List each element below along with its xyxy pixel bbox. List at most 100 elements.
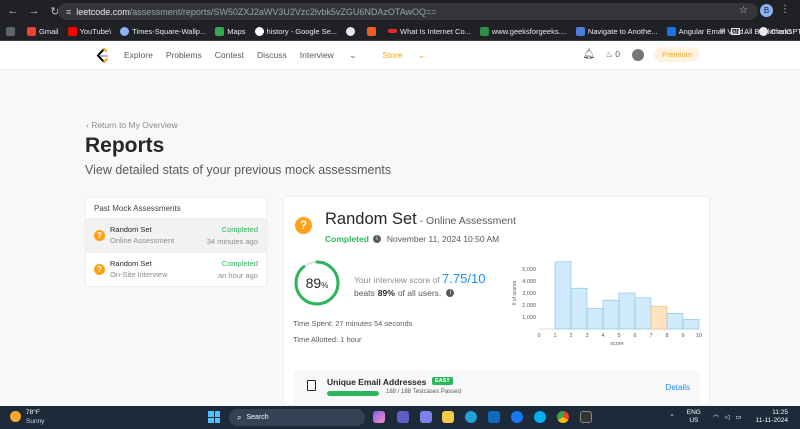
nav-store[interactable]: Store ⌄ — [382, 50, 438, 61]
details-link[interactable]: Details — [666, 383, 690, 392]
bookmark-globe[interactable] — [346, 26, 358, 36]
url-text: leetcode.com/assessment/reports/SW50ZXJ2… — [76, 6, 437, 17]
battery-icon[interactable]: ▭ — [736, 413, 742, 421]
testcases-passed: 188 / 188 Testcases Passed — [386, 389, 461, 395]
bookmark-youtube[interactable]: YouTube\ — [67, 26, 111, 36]
bookmark-wallpaper[interactable]: Times-Square-Wallp... — [120, 26, 206, 36]
facebook-icon[interactable] — [511, 411, 523, 423]
nav-interview[interactable]: Interview ⌄ — [300, 50, 370, 61]
bookmark-star-icon[interactable]: ☆ — [739, 5, 748, 16]
panel-heading: Past Mock Assessments — [86, 198, 266, 219]
edge-icon[interactable] — [465, 411, 477, 423]
nav-contest[interactable]: Contest — [215, 50, 244, 61]
bookmark-maps[interactable]: Maps — [215, 26, 246, 36]
x-tick-label: 0 — [537, 333, 540, 339]
search-icon: ⌕ — [237, 412, 242, 422]
mock-item[interactable]: ? Random Set Online Assessment Completed… — [86, 219, 266, 253]
bookmark-google-history[interactable]: history - Google Se... — [254, 26, 337, 36]
clock[interactable]: 11:25 11-11-2024 — [756, 409, 788, 425]
x-tick-label: 9 — [681, 333, 684, 339]
y-tick-label: 4,000 — [522, 279, 536, 285]
bookmark-internet[interactable]: What Is Internet Co... — [388, 27, 471, 36]
copilot-icon[interactable] — [373, 411, 385, 423]
bookmark-navigate[interactable]: Navigate to Anothe... — [575, 26, 658, 36]
chevron-down-icon: ⌄ — [349, 50, 357, 60]
windows-start-icon[interactable] — [208, 411, 220, 423]
time-spent: Time Spent: 27 minutes 54 seconds — [293, 319, 413, 328]
x-tick-label: 4 — [601, 333, 604, 339]
apps-grid-icon[interactable] — [6, 26, 18, 36]
language-indicator[interactable]: ENG US — [687, 409, 701, 425]
return-to-overview-link[interactable]: ‹ Return to My Overview — [86, 120, 178, 130]
question-row: Unique Email Addresses EASY 188 / 188 Te… — [294, 370, 700, 407]
x-tick-label: 2 — [569, 333, 572, 339]
mock-item-status: Completed — [221, 225, 258, 234]
outlook-icon[interactable] — [488, 411, 500, 423]
question-name[interactable]: Unique Email Addresses — [327, 377, 426, 387]
chart-bar — [602, 299, 620, 330]
skype-icon[interactable] — [534, 411, 546, 423]
interview-score: Your interview score of 7.75/10 — [354, 271, 486, 286]
teams-icon[interactable] — [397, 411, 409, 423]
volume-icon[interactable]: ◁ — [725, 413, 730, 421]
file-explorer-icon[interactable] — [442, 411, 454, 423]
chart-bar — [666, 313, 684, 330]
leetcode-navbar: Explore Problems Contest Discuss Intervi… — [0, 41, 800, 70]
chart-bar — [570, 287, 588, 330]
notification-bell-icon[interactable]: 🔔︎ — [583, 49, 596, 60]
page-subtitle: View detailed stats of your previous moc… — [85, 163, 392, 177]
question-mark-icon: ? — [295, 217, 312, 234]
x-axis-label: score — [610, 341, 623, 347]
weather-condition: Sunny — [26, 418, 45, 425]
chevron-down-icon: ⌄ — [418, 50, 426, 60]
premium-button[interactable]: Premium — [653, 47, 700, 62]
y-tick-label: 3,000 — [522, 291, 536, 297]
profile-avatar[interactable]: B — [760, 4, 773, 17]
question-mark-icon: ? — [94, 230, 105, 241]
difficulty-badge: EASY — [432, 377, 453, 385]
bookmark-gmail[interactable]: Gmail — [27, 26, 59, 36]
wifi-icon[interactable]: ◠ — [713, 413, 719, 421]
address-bar[interactable]: ≡ leetcode.com/assessment/reports/SW50ZX… — [58, 3, 758, 20]
y-tick-label: 5,000 — [522, 267, 536, 273]
mock-item[interactable]: ? Random Set On-Site Interview Completed… — [86, 253, 266, 286]
folder-icon — [731, 28, 741, 35]
chart-bar — [634, 297, 652, 330]
nav-problems[interactable]: Problems — [166, 50, 202, 61]
x-tick-label: 8 — [665, 333, 668, 339]
system-tray: ⌃ ENG US ◠ ◁ ▭ 11:25 11-11-2024 — [669, 409, 788, 425]
sun-icon[interactable] — [10, 411, 21, 422]
past-mock-assessments-panel: Past Mock Assessments ? Random Set Onlin… — [85, 197, 267, 287]
chart-bar — [682, 319, 700, 330]
info-icon[interactable]: i — [446, 289, 455, 297]
forward-arrow-icon[interactable]: → — [26, 3, 42, 19]
terminal-icon[interactable] — [580, 411, 592, 423]
bookmark-geeksforgeeks[interactable]: www.geeksforgeeks.... — [479, 26, 567, 36]
bookmark-g-orange[interactable] — [367, 26, 379, 36]
leetcode-logo[interactable] — [95, 48, 109, 64]
y-tick-label: 2,000 — [522, 303, 536, 309]
site-info-icon[interactable]: ≡ — [66, 7, 71, 17]
browser-toolbar: ← → ↻ ≡ leetcode.com/assessment/reports/… — [0, 0, 800, 22]
streak-counter[interactable]: ♨ 0 — [605, 49, 620, 60]
x-tick-label: 3 — [585, 333, 588, 339]
user-avatar[interactable] — [631, 48, 644, 61]
taskbar-search[interactable]: ⌕ Search — [229, 409, 365, 426]
nav-explore[interactable]: Explore — [124, 50, 153, 61]
info-icon[interactable]: i — [372, 235, 381, 243]
weather-temp[interactable]: 78°F — [26, 409, 40, 416]
bookmarks-overflow-icon[interactable]: » — [719, 25, 725, 36]
nav-discuss[interactable]: Discuss — [257, 50, 287, 61]
all-bookmarks[interactable]: All Bookmarks — [731, 27, 792, 36]
chrome-icon[interactable] — [557, 411, 569, 423]
teams-chat-icon[interactable] — [420, 411, 432, 423]
chevron-up-icon[interactable]: ⌃ — [669, 413, 674, 421]
back-arrow-icon[interactable]: ← — [5, 3, 21, 19]
bookmarks-bar: Gmail YouTube\ Times-Square-Wallp... Map… — [0, 22, 800, 41]
mock-item-status: Completed — [221, 259, 258, 268]
page-title: Reports — [85, 134, 165, 157]
browser-menu-icon[interactable]: ⋮ — [780, 4, 790, 15]
chart-bar — [650, 305, 668, 330]
y-axis-label: # of scores — [512, 280, 518, 305]
question-mark-icon: ? — [94, 264, 105, 275]
